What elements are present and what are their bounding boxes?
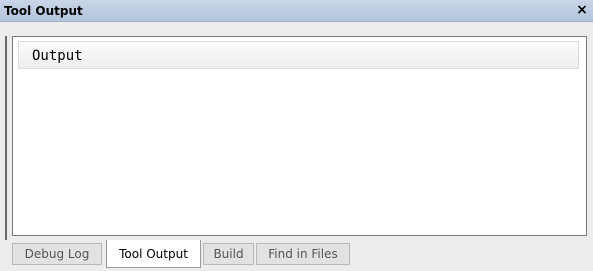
tab-tool-output[interactable]: Tool Output	[106, 240, 201, 268]
tab-find-in-files[interactable]: Find in Files	[256, 243, 350, 265]
panel-titlebar: Tool Output ×	[0, 0, 593, 22]
output-header-label: Output	[32, 48, 83, 64]
tab-debug-log[interactable]: Debug Log	[12, 243, 102, 265]
output-pane[interactable]: Output	[12, 36, 587, 236]
tab-build[interactable]: Build	[203, 243, 254, 265]
left-gutter-divider	[5, 36, 7, 240]
output-header: Output	[18, 41, 579, 69]
panel-title: Tool Output	[4, 4, 83, 18]
close-icon[interactable]: ×	[575, 2, 589, 18]
tab-strip: Debug Log Tool Output Build Find in File…	[12, 240, 587, 268]
tool-output-panel: Tool Output × Output Debug Log Tool Outp…	[0, 0, 593, 271]
